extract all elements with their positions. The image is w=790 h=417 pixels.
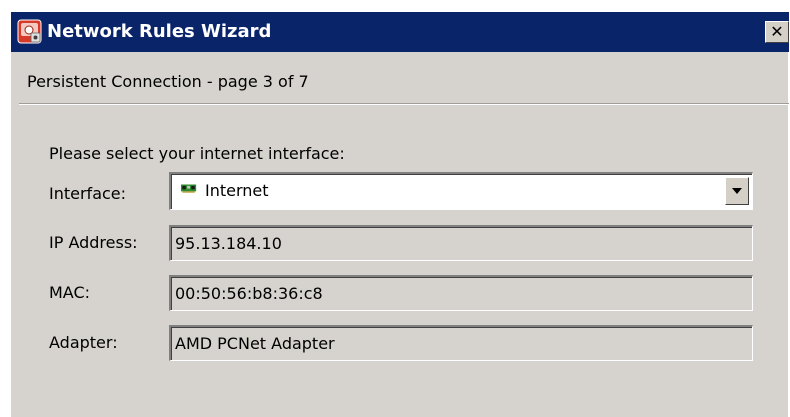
chevron-down-icon [732, 188, 742, 194]
interface-label: Interface: [49, 184, 127, 203]
app-icon [17, 19, 42, 44]
mac-value: 00:50:56:b8:36:c8 [175, 284, 323, 303]
window-title: Network Rules Wizard [47, 21, 272, 42]
adapter-value: AMD PCNet Adapter [175, 334, 335, 353]
adapter-label: Adapter: [49, 333, 118, 352]
ip-address-value: 95.13.184.10 [175, 234, 282, 253]
title-bar[interactable]: Network Rules Wizard ✕ [11, 12, 789, 52]
interface-select[interactable]: Internet [169, 172, 753, 210]
dropdown-button[interactable] [725, 177, 749, 205]
close-icon: ✕ [770, 22, 784, 41]
page-header: Persistent Connection - page 3 of 7 [11, 52, 789, 104]
ip-address-field: 95.13.184.10 [169, 225, 753, 261]
mac-field: 00:50:56:b8:36:c8 [169, 275, 753, 311]
page-step-label: Persistent Connection - page 3 of 7 [27, 72, 309, 91]
interface-value: Internet [205, 181, 269, 200]
ip-address-label: IP Address: [49, 233, 138, 252]
close-button[interactable]: ✕ [765, 21, 789, 43]
wizard-window: Network Rules Wizard ✕ Persistent Connec… [10, 12, 789, 417]
network-card-icon [181, 184, 197, 193]
interface-prompt: Please select your internet interface: [49, 144, 345, 163]
mac-label: MAC: [49, 283, 91, 302]
adapter-field: AMD PCNet Adapter [169, 325, 753, 361]
header-divider [19, 103, 789, 105]
